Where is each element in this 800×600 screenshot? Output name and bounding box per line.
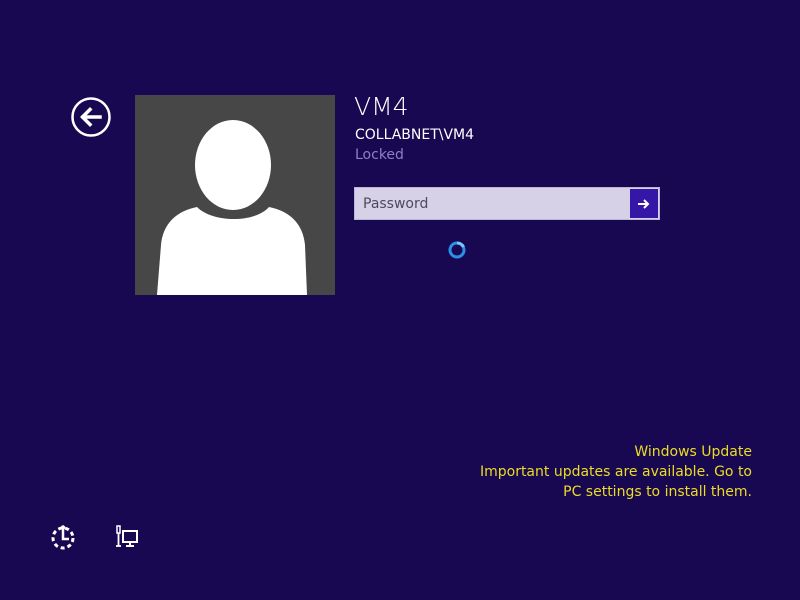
user-account: COLLABNET\VM4	[355, 127, 475, 143]
notification-line-2: PC settings to install them.	[563, 484, 752, 500]
ease-of-access-icon	[51, 525, 75, 550]
submit-button[interactable]	[630, 189, 658, 218]
back-arrow-icon	[71, 97, 111, 137]
password-input[interactable]	[355, 188, 629, 219]
update-notification[interactable]: Windows Update Important updates are ava…	[480, 442, 752, 502]
user-silhouette-icon	[157, 120, 307, 295]
notification-title: Windows Update	[634, 444, 752, 460]
user-name: VM4	[354, 92, 409, 121]
lock-status: Locked	[355, 147, 404, 163]
back-button[interactable]	[71, 97, 111, 137]
notification-line-1: Important updates are available. Go to	[479, 464, 752, 480]
password-box	[354, 187, 660, 220]
ease-of-access-button[interactable]	[49, 524, 77, 552]
arrow-right-icon	[638, 198, 650, 209]
spinner-icon	[448, 241, 466, 259]
network-icon	[116, 525, 138, 547]
avatar	[135, 95, 335, 295]
network-button[interactable]	[114, 524, 142, 552]
